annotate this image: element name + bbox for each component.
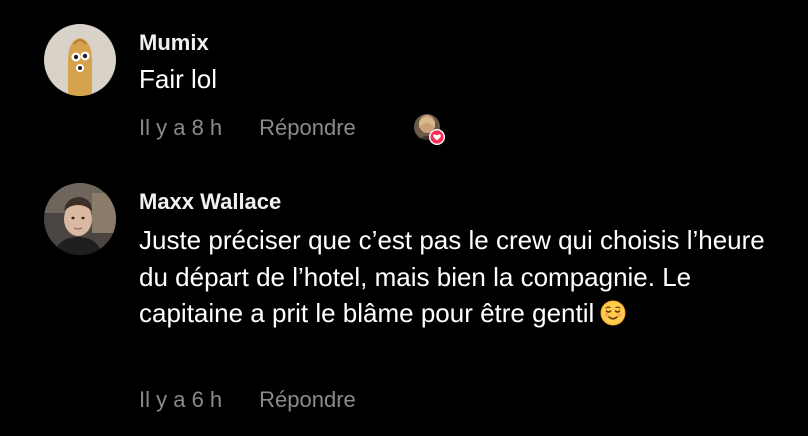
- comment-item: Mumix Fair lol Il y a 8 h Répondre: [0, 0, 808, 160]
- comment-timestamp: Il y a 8 h: [139, 115, 223, 140]
- comment-meta: Il y a 8 h Répondre: [139, 114, 356, 142]
- comment-text: Juste préciser que c’est pas le crew qui…: [139, 222, 799, 332]
- comment-username[interactable]: Maxx Wallace: [139, 189, 281, 215]
- cartoon-avatar-icon: [44, 24, 116, 96]
- comment-meta: Il y a 6 h Répondre: [139, 386, 356, 414]
- avatar[interactable]: [44, 24, 116, 96]
- comment-text-content: Juste préciser que c’est pas le crew qui…: [139, 225, 765, 328]
- reply-button[interactable]: Répondre: [259, 115, 356, 141]
- relieved-face-emoji-icon: [600, 299, 626, 326]
- liked-by-creator-badge: [412, 112, 446, 146]
- comment-username[interactable]: Mumix: [139, 30, 209, 56]
- comment-item: Maxx Wallace Juste préciser que c’est pa…: [0, 160, 808, 436]
- user-photo-avatar: [44, 183, 116, 255]
- reply-button[interactable]: Répondre: [259, 387, 356, 413]
- heart-icon: [429, 129, 445, 145]
- avatar[interactable]: [44, 183, 116, 255]
- comment-timestamp: Il y a 6 h: [139, 387, 223, 412]
- comment-text: Fair lol: [139, 64, 218, 94]
- creator-avatar-icon: [414, 114, 445, 145]
